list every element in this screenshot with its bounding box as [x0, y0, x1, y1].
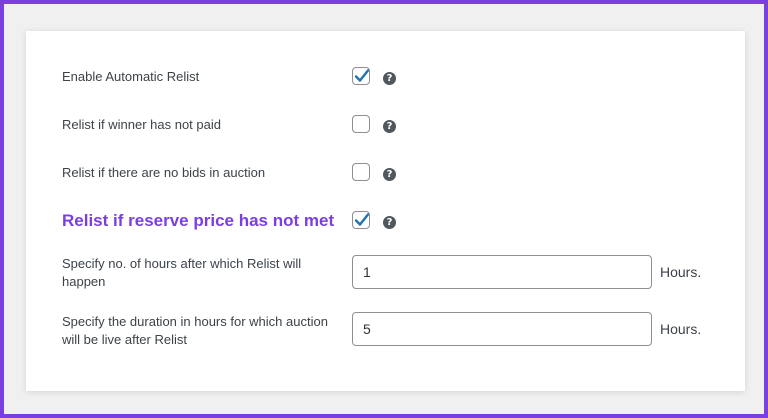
checkmark-icon — [354, 69, 370, 82]
hours-unit-label: Hours. — [660, 321, 702, 337]
relist-hours-after-label: Specify no. of hours after which Relist … — [62, 256, 302, 289]
help-icon[interactable]: ? — [383, 168, 396, 181]
relist-no-bids-checkbox[interactable] — [352, 163, 370, 181]
enable-automatic-relist-label: Enable Automatic Relist — [62, 69, 200, 84]
hours-unit-label: Hours. — [660, 264, 702, 280]
relist-duration-input[interactable] — [352, 312, 652, 346]
relist-reserve-not-met-checkbox[interactable] — [352, 211, 370, 229]
relist-settings-panel: Enable Automatic Relist ? Relist if winn… — [26, 31, 745, 391]
help-icon[interactable]: ? — [383, 216, 396, 229]
relist-duration-label: Specify the duration in hours for which … — [62, 314, 328, 347]
help-icon[interactable]: ? — [383, 120, 396, 133]
checkmark-icon — [354, 213, 370, 226]
relist-no-bids-label: Relist if there are no bids in auction — [62, 165, 266, 180]
relist-hours-after-input[interactable] — [352, 255, 652, 289]
relist-winner-not-paid-label: Relist if winner has not paid — [62, 117, 221, 132]
help-icon[interactable]: ? — [383, 72, 396, 85]
relist-winner-not-paid-checkbox[interactable] — [352, 115, 370, 133]
relist-reserve-not-met-label: Relist if reserve price has not met — [62, 211, 335, 230]
enable-automatic-relist-checkbox[interactable] — [352, 67, 370, 85]
highlight-frame: Enable Automatic Relist ? Relist if winn… — [0, 0, 768, 418]
